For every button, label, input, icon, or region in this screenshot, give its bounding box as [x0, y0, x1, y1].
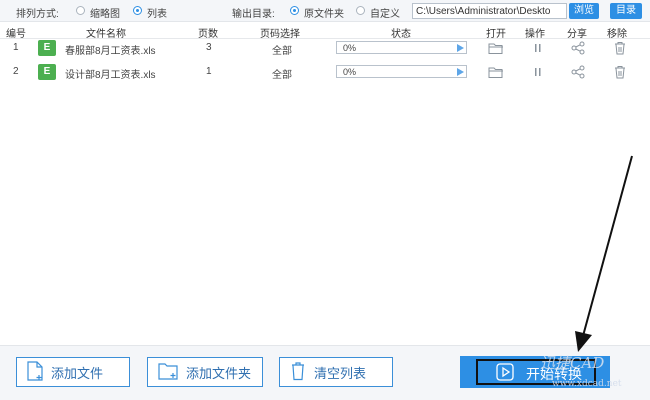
annotation-arrow [575, 155, 633, 352]
